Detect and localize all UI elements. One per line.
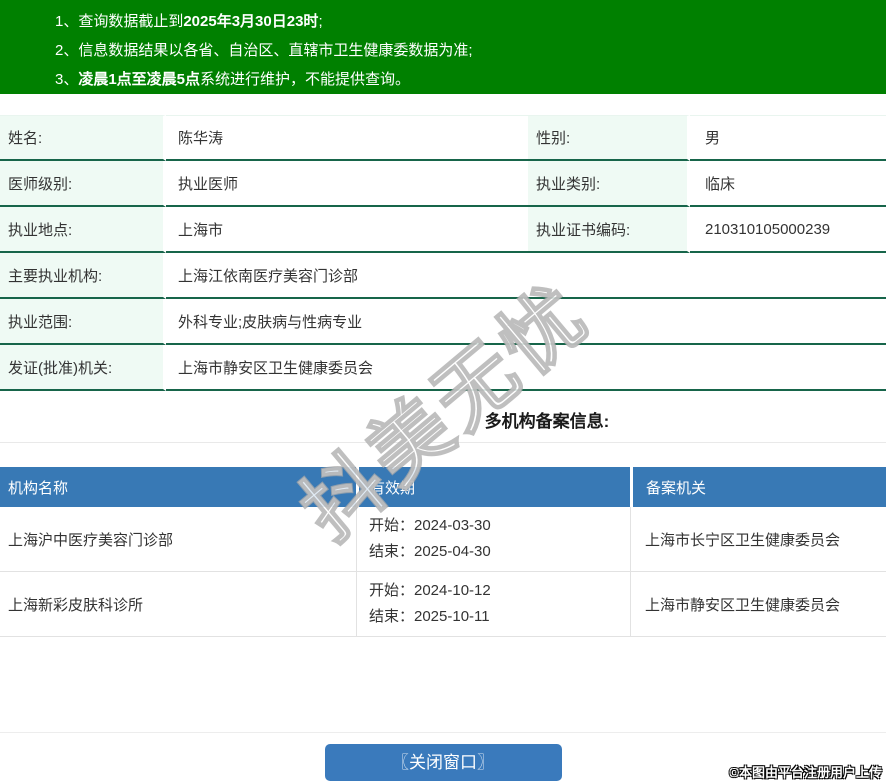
- notice-line-3: 3、凌晨1点至凌晨5点系统进行维护，不能提供查询。: [55, 65, 876, 94]
- field-value-doctor-level: 执业医师: [166, 161, 528, 207]
- field-value-issuing-authority: 上海市静安区卫生健康委员会: [166, 345, 886, 391]
- field-label-doctor-level: 医师级别:: [0, 161, 166, 207]
- notice-text: 2、信息数据结果以各省、自治区、直辖市卫生健康委数据为准;: [55, 42, 473, 59]
- field-value-gender: 男: [690, 115, 886, 161]
- table-row: 医师级别: 执业医师 执业类别: 临床: [0, 161, 886, 207]
- validity-end: 结束：2025-04-30: [369, 543, 491, 560]
- field-label-name: 姓名:: [0, 115, 166, 161]
- field-value-certificate-number: 210310105000239: [690, 207, 886, 253]
- column-header-validity: 有效期: [356, 467, 630, 507]
- field-value-practice-location: 上海市: [166, 207, 528, 253]
- validity-start: 开始：2024-03-30: [369, 517, 491, 534]
- close-window-button[interactable]: 〖关闭窗口〗: [324, 744, 562, 781]
- field-value-main-institution: 上海江依南医疗美容门诊部: [166, 253, 886, 299]
- table-row: 姓名: 陈华涛 性别: 男: [0, 115, 886, 161]
- table-row: 执业范围: 外科专业;皮肤病与性病专业: [0, 299, 886, 345]
- field-label-issuing-authority: 发证(批准)机关:: [0, 345, 166, 391]
- column-header-filing-authority: 备案机关: [630, 467, 886, 507]
- table-row: 上海沪中医疗美容门诊部 开始：2024-03-30 结束：2025-04-30 …: [0, 507, 886, 572]
- validity-end: 结束：2025-10-11: [369, 608, 490, 625]
- cell-validity: 开始：2024-03-30 结束：2025-04-30: [356, 507, 630, 572]
- cell-org-name: 上海沪中医疗美容门诊部: [0, 507, 356, 572]
- field-label-practice-location: 执业地点:: [0, 207, 166, 253]
- cell-org-name: 上海新彩皮肤科诊所: [0, 572, 356, 637]
- field-label-practice-scope: 执业范围:: [0, 299, 166, 345]
- notice-text: 系统进行维护，不能提供查询。: [200, 71, 411, 88]
- field-label-gender: 性别:: [528, 115, 690, 161]
- notice-line-2: 2、信息数据结果以各省、自治区、直辖市卫生健康委数据为准;: [55, 36, 876, 65]
- table-row: 主要执业机构: 上海江依南医疗美容门诊部: [0, 253, 886, 299]
- field-value-practice-category: 临床: [690, 161, 886, 207]
- practitioner-info-table: 姓名: 陈华涛 性别: 男 医师级别: 执业医师 执业类别: 临床 执业地点: …: [0, 115, 886, 391]
- field-value-name: 陈华涛: [166, 115, 528, 161]
- filing-table: 机构名称 有效期 备案机关 上海沪中医疗美容门诊部 开始：2024-03-30 …: [0, 467, 886, 637]
- table-row: 发证(批准)机关: 上海市静安区卫生健康委员会: [0, 345, 886, 391]
- notice-text: ;: [318, 13, 323, 30]
- table-row: 上海新彩皮肤科诊所 开始：2024-10-12 结束：2025-10-11 上海…: [0, 572, 886, 637]
- cell-filing-authority: 上海市长宁区卫生健康委员会: [630, 507, 886, 572]
- notice-text-bold: 凌晨1点至凌晨5点: [78, 71, 201, 88]
- filing-header-row: 机构名称 有效期 备案机关: [0, 467, 886, 507]
- notice-banner: 1、查询数据截止到2025年3月30日23时; 2、信息数据结果以各省、自治区、…: [0, 0, 886, 94]
- cell-filing-authority: 上海市静安区卫生健康委员会: [630, 572, 886, 637]
- notice-line-1: 1、查询数据截止到2025年3月30日23时;: [55, 7, 876, 36]
- field-value-practice-scope: 外科专业;皮肤病与性病专业: [166, 299, 886, 345]
- cell-validity: 开始：2024-10-12 结束：2025-10-11: [356, 572, 630, 637]
- validity-start: 开始：2024-10-12: [369, 582, 491, 599]
- field-label-certificate-number: 执业证书编码:: [528, 207, 690, 253]
- section-title: 多机构备案信息:: [484, 412, 610, 431]
- field-label-practice-category: 执业类别:: [528, 161, 690, 207]
- notice-text: 1、查询数据截止到: [55, 13, 184, 30]
- section-header: 多机构备案信息:: [0, 391, 886, 443]
- table-row: 执业地点: 上海市 执业证书编码: 210310105000239: [0, 207, 886, 253]
- field-label-main-institution: 主要执业机构:: [0, 253, 166, 299]
- notice-text: 3、: [55, 71, 79, 88]
- column-header-org-name: 机构名称: [0, 467, 356, 507]
- upload-credit-text: ©本图由平台注册用户上传: [729, 765, 882, 780]
- notice-text-bold: 2025年3月30日23时: [183, 13, 319, 30]
